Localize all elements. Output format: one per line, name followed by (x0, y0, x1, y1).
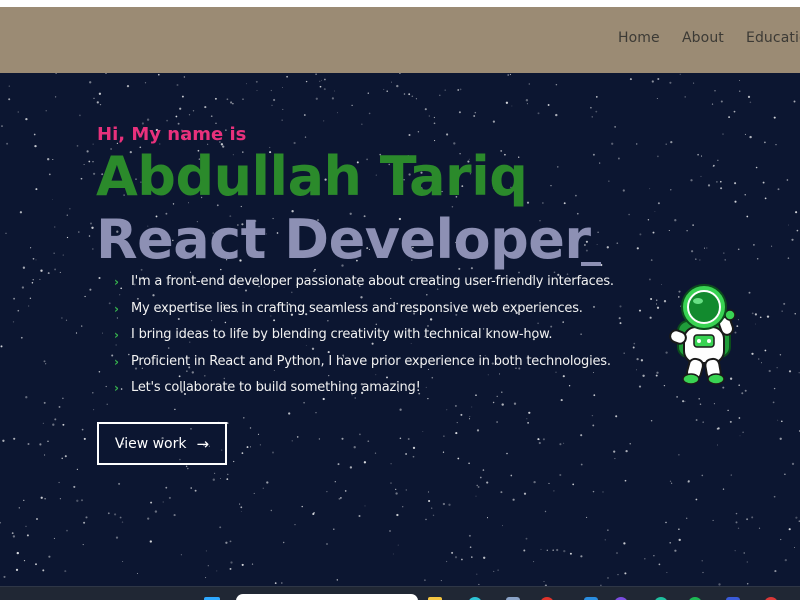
nav-link-home[interactable]: Home (618, 30, 660, 46)
list-item: › Let's collaborate to build something a… (114, 379, 634, 406)
navbar: Home About Educatio (0, 7, 800, 73)
chevron-right-icon: › (114, 301, 119, 316)
view-work-button[interactable]: View work → (97, 422, 227, 465)
chevron-right-icon: › (114, 328, 119, 343)
nav-link-about[interactable]: About (682, 30, 724, 46)
hero-section: Hi, My name is Abdullah Tariq React Deve… (0, 73, 800, 586)
nav-links: Home About Educatio (0, 7, 800, 73)
bullet-text: I'm a front-end developer passionate abo… (131, 274, 614, 289)
chevron-right-icon: › (114, 381, 119, 396)
nav-link-education[interactable]: Educatio (746, 30, 800, 46)
bullet-text: I bring ideas to life by blending creati… (131, 327, 553, 343)
list-item: › I'm a front-end developer passionate a… (114, 273, 634, 300)
bullet-text: Let's collaborate to build something ama… (131, 380, 421, 396)
taskbar-search-box[interactable] (236, 594, 418, 600)
astronaut-illustration (669, 284, 736, 385)
list-item: › My expertise lies in crafting seamless… (114, 300, 634, 327)
chevron-right-icon: › (114, 275, 119, 289)
list-item: › I bring ideas to life by blending crea… (114, 326, 634, 353)
bullet-text: My expertise lies in crafting seamless a… (131, 300, 583, 316)
os-taskbar (0, 586, 800, 600)
chevron-right-icon: › (114, 354, 119, 369)
arrow-right-icon: → (196, 434, 210, 453)
top-strip (0, 0, 800, 7)
hero-role: React Developer (96, 208, 591, 271)
hero-name: Abdullah Tariq (96, 145, 528, 208)
hero-greeting: Hi, My name is (97, 124, 247, 145)
list-item: › Proficient in React and Python, I have… (114, 353, 634, 380)
bullet-text: Proficient in React and Python, I have p… (131, 353, 611, 369)
typing-cursor (581, 262, 601, 266)
view-work-label: View work (114, 435, 187, 452)
hero-bullet-list: › I'm a front-end developer passionate a… (114, 273, 634, 406)
